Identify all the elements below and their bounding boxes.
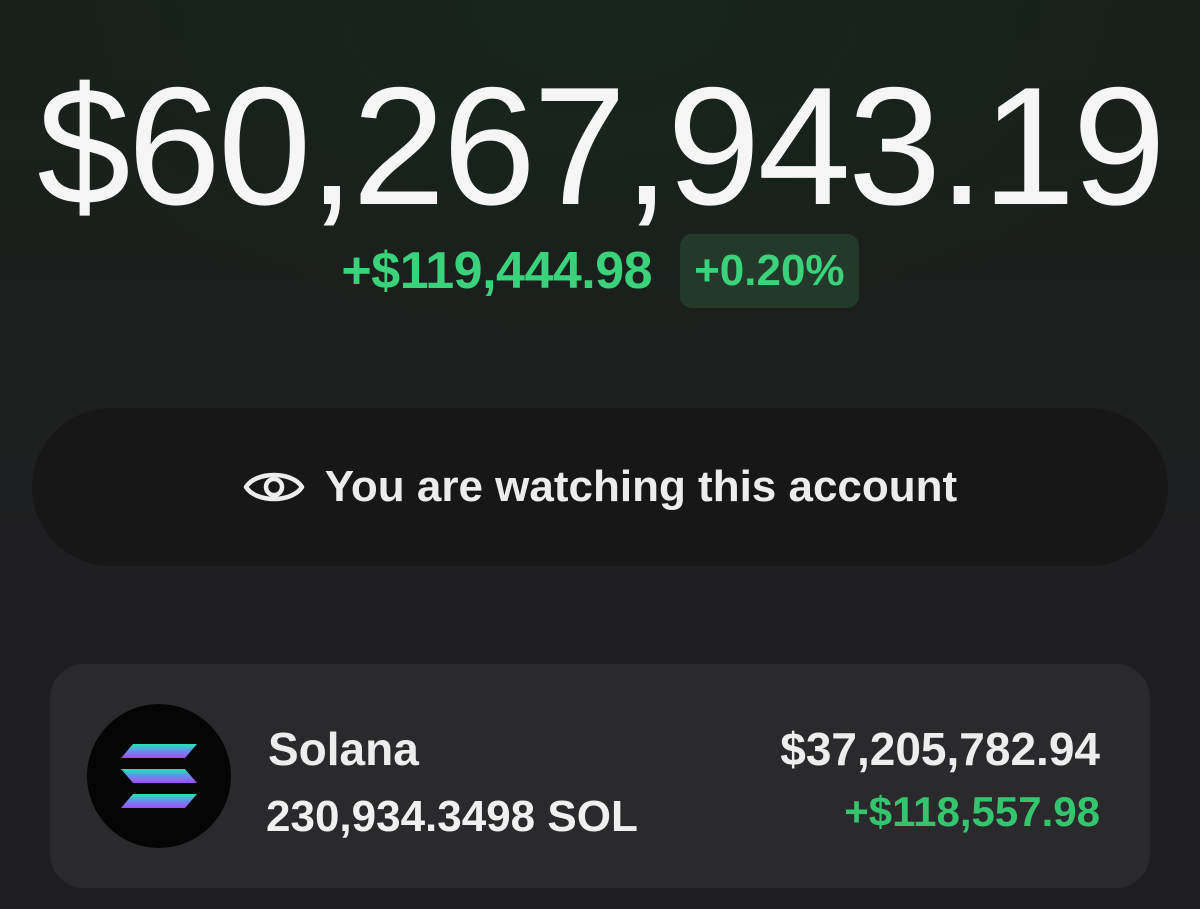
watching-account-banner: You are watching this account (32, 408, 1168, 566)
token-value: $37,205,782.94 (780, 723, 1100, 775)
balance-change-row: +$119,444.98 +0.20% (0, 234, 1200, 308)
token-name: Solana (268, 723, 419, 775)
solana-logo-icon (87, 704, 231, 848)
token-row-solana[interactable]: Solana 230,934.3498 SOL $37,205,782.94 +… (50, 664, 1150, 888)
token-amount: 230,934.3498 SOL (266, 792, 638, 841)
watching-account-text: You are watching this account (324, 462, 958, 511)
token-change: +$118,557.98 (844, 788, 1100, 835)
change-amount: +$119,444.98 (341, 242, 653, 300)
change-percent-badge: +0.20% (680, 234, 859, 308)
total-balance: $60,267,943.19 (37, 52, 1166, 240)
eye-icon (243, 468, 305, 506)
